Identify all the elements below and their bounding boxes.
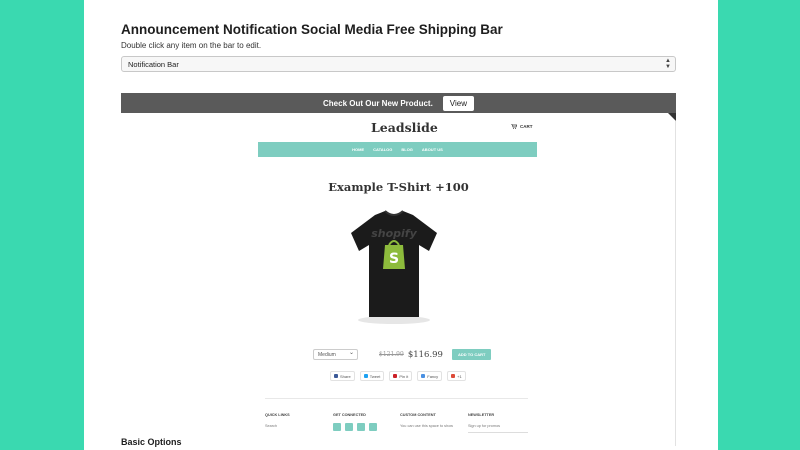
pinterest-icon[interactable]	[357, 423, 365, 431]
svg-text:S: S	[389, 251, 399, 267]
preview-divider	[675, 121, 676, 446]
editor-panel: Announcement Notification Social Media F…	[84, 0, 718, 450]
footer-heading: CUSTOM CONTENT	[400, 413, 436, 417]
footer-social-icons	[333, 423, 377, 431]
store-logo: Leadslide	[371, 120, 438, 135]
price-row: Medium $121.99 $116.99 ADD TO CART	[313, 349, 492, 360]
footer-get-connected: GET CONNECTED	[333, 413, 377, 431]
bar-type-value: Notification Bar	[128, 60, 179, 69]
social-share-row: Share Tweet Pin it Fancy +1	[330, 371, 466, 381]
nav-item-blog: BLOG	[401, 147, 413, 152]
share-label: Share	[340, 373, 351, 379]
tshirt-image: shopify S	[351, 210, 437, 324]
share-pinterest-button[interactable]: Pin it	[389, 371, 413, 381]
basic-options-heading: Basic Options	[121, 437, 182, 447]
nav-item-about: ABOUT US	[421, 147, 443, 152]
size-select[interactable]: Medium	[313, 349, 358, 360]
select-arrows-icon: ▲ ▼	[665, 58, 671, 70]
plus-one-label: +1	[457, 373, 462, 379]
notification-view-button[interactable]: View	[442, 95, 474, 111]
pin-label: Pin it	[399, 373, 409, 379]
instagram-icon[interactable]	[369, 423, 377, 431]
nav-item-catalog: CATALOG	[373, 147, 393, 152]
footer-quick-links: QUICK LINKS Search	[265, 413, 290, 428]
tweet-label: Tweet	[369, 373, 381, 379]
old-price: $121.99	[379, 351, 404, 358]
footer-custom-content: CUSTOM CONTENT You can use this space to…	[400, 413, 453, 428]
fancy-icon	[421, 374, 426, 378]
share-twitter-button[interactable]: Tweet	[359, 371, 385, 381]
footer-divider	[265, 398, 528, 399]
pinterest-icon	[393, 374, 398, 378]
add-to-cart-button[interactable]: ADD TO CART	[451, 349, 492, 360]
product-title: Example T-Shirt +100	[328, 180, 469, 194]
cart-label: CART	[520, 124, 533, 129]
fancy-label: Fancy	[427, 373, 439, 379]
store-preview: Leadslide CART HOME CATALOG BLOG ABOUT U…	[121, 113, 676, 446]
share-fancy-button[interactable]: Fancy	[417, 371, 443, 381]
store-nav: HOME CATALOG BLOG ABOUT US	[258, 142, 537, 157]
footer-text: Sign up for promos	[468, 424, 501, 428]
nav-item-home: HOME	[352, 147, 365, 152]
footer-link-search[interactable]: Search	[265, 424, 290, 428]
preview-corner	[668, 113, 676, 121]
new-price: $116.99	[407, 349, 443, 360]
notification-message[interactable]: Check Out Our New Product.	[323, 99, 433, 108]
bar-type-select[interactable]: Notification Bar ▲ ▼	[121, 56, 676, 72]
footer-heading: QUICK LINKS	[265, 413, 290, 417]
footer-heading: GET CONNECTED	[333, 413, 366, 417]
notification-bar[interactable]: Check Out Our New Product. View	[121, 93, 676, 113]
footer-text: You can use this space to show	[400, 424, 454, 428]
cart-icon	[511, 124, 517, 129]
google-plus-icon	[451, 374, 456, 378]
twitter-icon[interactable]	[333, 423, 341, 431]
facebook-icon	[334, 374, 338, 378]
newsletter-input[interactable]	[468, 432, 528, 433]
page-title: Announcement Notification Social Media F…	[121, 22, 503, 37]
shirt-brand-text: shopify	[371, 227, 417, 240]
facebook-icon[interactable]	[345, 423, 353, 431]
footer-heading: NEWSLETTER	[468, 413, 495, 417]
twitter-icon	[363, 374, 368, 378]
cart-link: CART	[511, 124, 533, 129]
footer-newsletter: NEWSLETTER Sign up for promos	[468, 413, 528, 433]
page-subtitle: Double click any item on the bar to edit…	[121, 41, 262, 50]
share-google-button[interactable]: +1	[447, 371, 466, 381]
share-facebook-button[interactable]: Share	[330, 371, 355, 381]
